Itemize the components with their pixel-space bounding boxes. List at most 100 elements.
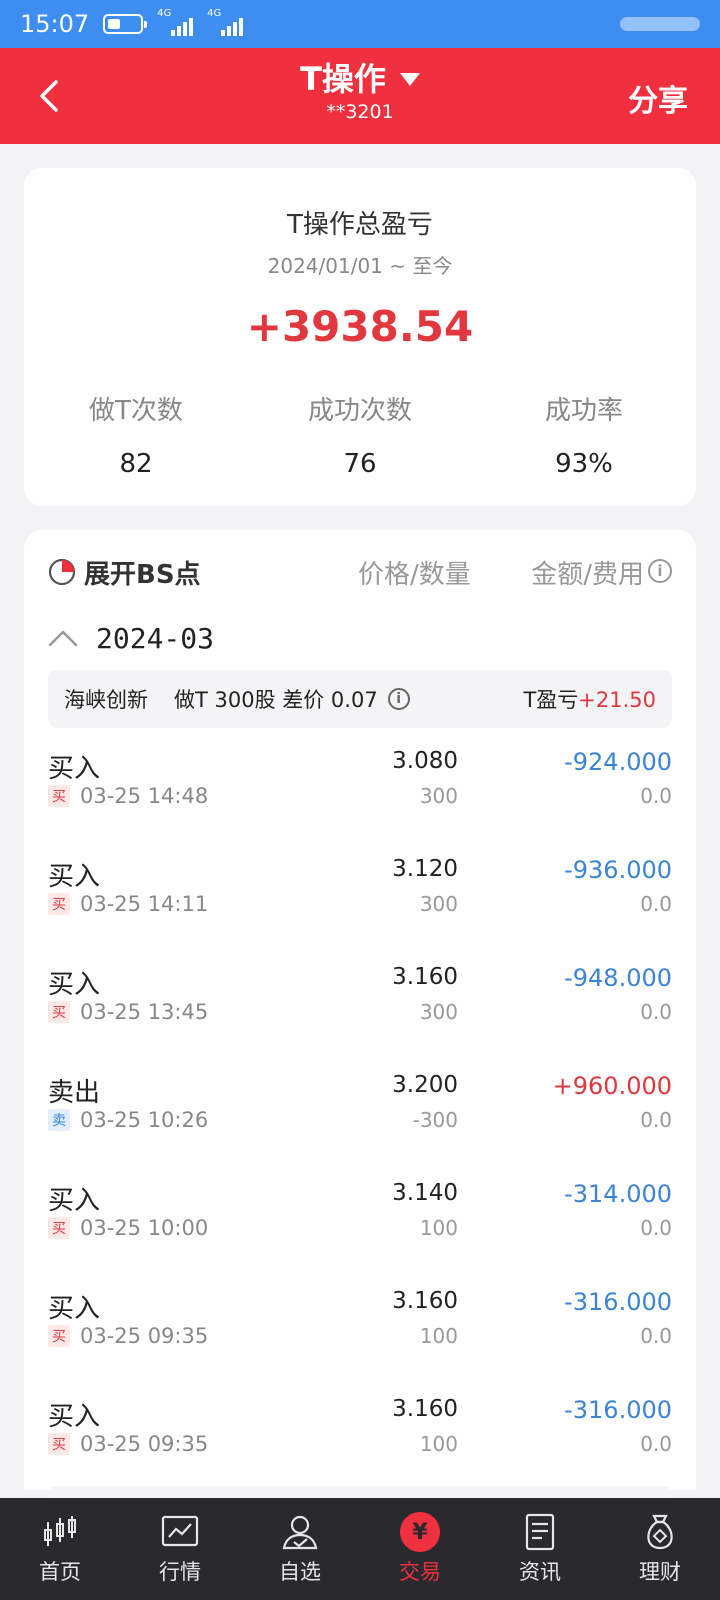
trade-row[interactable]: 买入 买 03-25 14:48 3.080 300 -924.000 0.0 [48, 728, 672, 836]
stat-value: 82 [119, 449, 153, 479]
trade-rows: 买入 买 03-25 14:48 3.080 300 -924.000 0.0 买… [48, 728, 672, 1484]
trade-list-card: 展开BS点 价格/数量 金额/费用 i 2024-03 海峡创新 做T 300股… [24, 530, 696, 1490]
trade-meta: 买 03-25 13:45 [48, 1000, 208, 1024]
tab-trade[interactable]: ¥ 交易 [360, 1498, 480, 1600]
network-type-label: 4G [157, 8, 172, 19]
stat-success-count: 成功次数 76 [248, 390, 472, 479]
trade-amount: -948.000 [564, 964, 672, 992]
sell-badge: 卖 [48, 1109, 70, 1131]
trade-time: 03-25 09:35 [80, 1324, 209, 1348]
tab-label: 理财 [639, 1560, 681, 1584]
trade-price: 3.080 [392, 748, 458, 774]
trade-time: 03-25 09:35 [80, 1432, 209, 1456]
month-label: 2024-03 [96, 621, 215, 655]
buy-badge: 买 [48, 1325, 70, 1347]
signal-icon: 4G [157, 8, 194, 36]
trade-row[interactable]: 买入 买 03-25 13:45 3.160 300 -948.000 0.0 [48, 944, 672, 1052]
tab-label: 行情 [159, 1560, 201, 1584]
trade-amount: -936.000 [564, 856, 672, 884]
trade-qty: 100 [419, 1432, 458, 1456]
trade-fee: 0.0 [640, 1108, 672, 1132]
trade-qty: 100 [419, 1324, 458, 1348]
stat-label: 成功次数 [307, 396, 412, 426]
chart-icon [161, 1515, 199, 1547]
buy-badge: 买 [48, 1433, 70, 1455]
money-bag-icon [647, 1514, 673, 1550]
trade-type: 买入 [48, 1186, 101, 1216]
column-amount-fee: 金额/费用 [531, 559, 644, 590]
expand-bs-toggle[interactable]: 展开BS点 [84, 554, 201, 591]
tab-label: 资讯 [519, 1560, 561, 1584]
tab-wealth[interactable]: 理财 [600, 1498, 720, 1600]
tab-watchlist[interactable]: 自选 [240, 1498, 360, 1600]
document-icon [525, 1513, 555, 1551]
stat-t-count: 做T次数 82 [24, 390, 248, 479]
trade-qty: 300 [419, 1000, 458, 1024]
trade-fee: 0.0 [640, 1432, 672, 1456]
trade-row[interactable]: 买入 买 03-25 10:00 3.140 100 -314.000 0.0 [48, 1160, 672, 1268]
bottom-tab-bar: 首页 行情 自选 ¥ 交易 资讯 理财 [0, 1498, 720, 1600]
trade-amount: -314.000 [564, 1180, 672, 1208]
trade-meta: 买 03-25 10:00 [48, 1216, 208, 1240]
page-title: T操作 [0, 58, 720, 100]
trade-qty: 100 [419, 1216, 458, 1240]
account-number: **3201 [326, 101, 394, 123]
stat-success-rate: 成功率 93% [472, 390, 696, 479]
stock-summary-bar: 海峡创新 做T 300股 差价 0.07 i T盈亏+21.50 [48, 670, 672, 728]
trade-row[interactable]: 卖出 卖 03-25 10:26 3.200 -300 +960.000 0.0 [48, 1052, 672, 1160]
info-icon[interactable]: i [648, 559, 672, 583]
trade-qty: 300 [419, 784, 458, 808]
date-range[interactable]: 2024/01/01 ~ 至今 [24, 250, 696, 279]
stat-label: 成功率 [544, 396, 623, 426]
trade-row[interactable]: 买入 买 03-25 14:11 3.120 300 -936.000 0.0 [48, 836, 672, 944]
trade-row[interactable]: 买入 买 03-25 09:35 3.160 100 -316.000 0.0 [48, 1268, 672, 1376]
trade-type: 买入 [48, 1402, 101, 1432]
share-button[interactable]: 分享 [628, 76, 688, 120]
tab-news[interactable]: 资讯 [480, 1498, 600, 1600]
trade-time: 03-25 10:26 [80, 1108, 209, 1132]
stat-label: 做T次数 [89, 396, 183, 426]
trade-fee: 0.0 [640, 784, 672, 808]
summary-title: T操作总盈亏 [287, 210, 433, 240]
list-header: 展开BS点 价格/数量 金额/费用 i [48, 550, 672, 594]
trade-row[interactable]: 买入 买 03-25 09:35 3.160 100 -316.000 0.0 [48, 1376, 672, 1484]
pie-chart-icon[interactable] [48, 558, 76, 586]
user-check-icon [282, 1515, 318, 1550]
caret-down-icon [399, 72, 420, 86]
title-dropdown[interactable]: T操作 **3201 [0, 58, 720, 124]
info-icon[interactable]: i [387, 688, 410, 710]
stock-t-profit-value: +21.50 [578, 688, 656, 712]
stats-row: 做T次数 82 成功次数 76 成功率 93% [24, 390, 696, 479]
battery-icon [103, 14, 148, 34]
trade-price: 3.140 [392, 1180, 458, 1206]
stock-t-profit-label: T盈亏 [523, 688, 579, 712]
app-header: T操作 **3201 分享 [0, 48, 720, 144]
trade-type: 买入 [48, 862, 101, 892]
buy-badge: 买 [48, 1217, 70, 1239]
trade-qty: 300 [419, 892, 458, 916]
stock-name: 海峡创新 [64, 688, 148, 712]
trade-time: 03-25 14:48 [80, 784, 209, 808]
trade-price: 3.160 [392, 1288, 458, 1314]
trade-type: 买入 [48, 754, 101, 784]
stat-value: 93% [555, 449, 613, 479]
trade-meta: 买 03-25 09:35 [48, 1324, 208, 1348]
tab-label: 交易 [399, 1560, 441, 1584]
trade-fee: 0.0 [640, 1324, 672, 1348]
summary-card: T操作总盈亏 2024/01/01 ~ 至今 +3938.54 做T次数 82 … [24, 168, 696, 506]
trade-amount: -316.000 [564, 1396, 672, 1424]
buy-badge: 买 [48, 785, 70, 807]
tab-market[interactable]: 行情 [120, 1498, 240, 1600]
trade-price: 3.160 [392, 1396, 458, 1422]
buy-badge: 买 [48, 893, 70, 915]
trade-price: 3.120 [392, 856, 458, 882]
trade-price: 3.200 [392, 1072, 458, 1098]
stock-t-desc: 做T 300股 差价 0.07 [174, 688, 378, 712]
tab-label: 首页 [39, 1560, 81, 1584]
trade-type: 卖出 [48, 1078, 101, 1108]
stat-value: 76 [343, 449, 377, 479]
tab-home[interactable]: 首页 [0, 1498, 120, 1600]
chevron-up-icon [48, 630, 78, 647]
page-title-text: T操作 [300, 60, 386, 98]
month-group-header[interactable]: 2024-03 [48, 616, 214, 660]
